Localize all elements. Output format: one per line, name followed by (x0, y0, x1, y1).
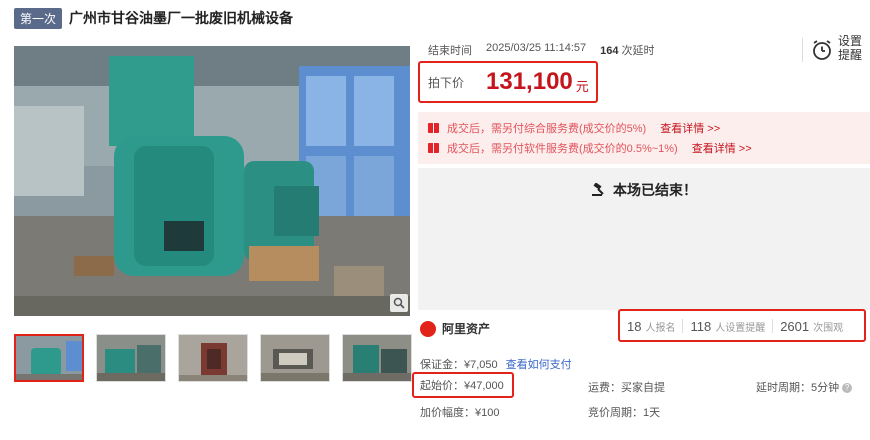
stat-views: 2601 次围观 (780, 318, 844, 334)
thumbnail-1[interactable] (14, 334, 84, 382)
shipping-value: 运费：买家自提 (588, 382, 665, 394)
delay-count: 164 (600, 45, 619, 57)
thumbnail-2[interactable] (96, 334, 166, 382)
fee-notice-2: 成交后，需另付软件服务费(成交价的0.5%~1%) 查看详情 >> (428, 140, 752, 156)
end-time-label: 结束时间 (428, 45, 472, 57)
stat-signups: 18 人报名 (620, 318, 684, 334)
end-time-row: 结束时间 2025/03/25 11:14:57 164 次延时 (428, 42, 655, 58)
thumbnail-5[interactable] (342, 334, 412, 382)
delay-period-value: 延时周期：5分钟 (756, 382, 840, 394)
final-price-unit: 元 (575, 78, 589, 94)
increment-value: 加价幅度：¥100 (420, 407, 500, 419)
final-price-value: 131,100 (486, 68, 573, 95)
fee-detail-link-2[interactable]: 查看详情 >> (692, 140, 752, 156)
thumbnail-3[interactable] (178, 334, 248, 382)
gavel-icon (592, 182, 604, 196)
end-time-value: 2025/03/25 11:14:57 (486, 42, 587, 54)
reminder-label: 设置 提醒 (838, 34, 863, 62)
magnifier-icon (393, 297, 405, 309)
delay-period-row: 延时周期：5分钟? (756, 379, 853, 395)
auction-status-panel: 本场已结束！ (418, 168, 870, 310)
set-reminder-button[interactable]: 设置 提醒 (802, 34, 866, 66)
fee-detail-link-1[interactable]: 查看详情 >> (660, 120, 720, 136)
final-price-box: 拍下价 131,100 元 (418, 61, 598, 103)
alarm-clock-icon (813, 40, 831, 60)
final-price-label: 拍下价 (428, 75, 465, 90)
start-price-value: 起始价：¥47,000 (420, 380, 504, 392)
auction-ended-message: 本场已结束！ (418, 180, 870, 200)
round-badge: 第一次 (14, 7, 63, 29)
zoom-button[interactable] (390, 294, 408, 312)
title-row: 第一次 广州市甘谷油墨厂一批废旧机械设备 (14, 7, 294, 29)
gift-icon (428, 123, 439, 133)
main-product-image[interactable] (14, 46, 410, 316)
thumbnail-strip (14, 334, 412, 382)
auction-stats: 18 人报名 118 人设置提醒 2601 次围观 (618, 309, 866, 342)
delay-unit: 次延时 (621, 45, 655, 57)
deposit-row: 保证金：¥7,050 查看如何支付 (420, 356, 572, 372)
platform-brand[interactable]: 阿里资产 (420, 320, 490, 337)
machinery-photo (14, 46, 410, 316)
ali-assets-logo-icon (420, 320, 436, 337)
page-title: 广州市甘谷油墨厂一批废旧机械设备 (69, 10, 294, 26)
payment-help-link[interactable]: 查看如何支付 (506, 359, 572, 371)
divider (802, 38, 803, 62)
fee-notice-box: 成交后，需另付综合服务费(成交价的5%) 查看详情 >> 成交后，需另付软件服务… (418, 112, 870, 164)
deposit-value: 保证金：¥7,050 (420, 359, 498, 371)
stat-reminders: 118 人设置提醒 (683, 318, 774, 334)
help-icon[interactable]: ? (842, 383, 853, 394)
platform-name: 阿里资产 (442, 322, 491, 336)
start-price-box: 起始价：¥47,000 (412, 372, 514, 398)
gift-icon (428, 143, 439, 153)
bid-period-value: 竞价周期：1天 (588, 407, 661, 419)
thumbnail-4[interactable] (260, 334, 330, 382)
fee-notice-1: 成交后，需另付综合服务费(成交价的5%) 查看详情 >> (428, 120, 720, 136)
